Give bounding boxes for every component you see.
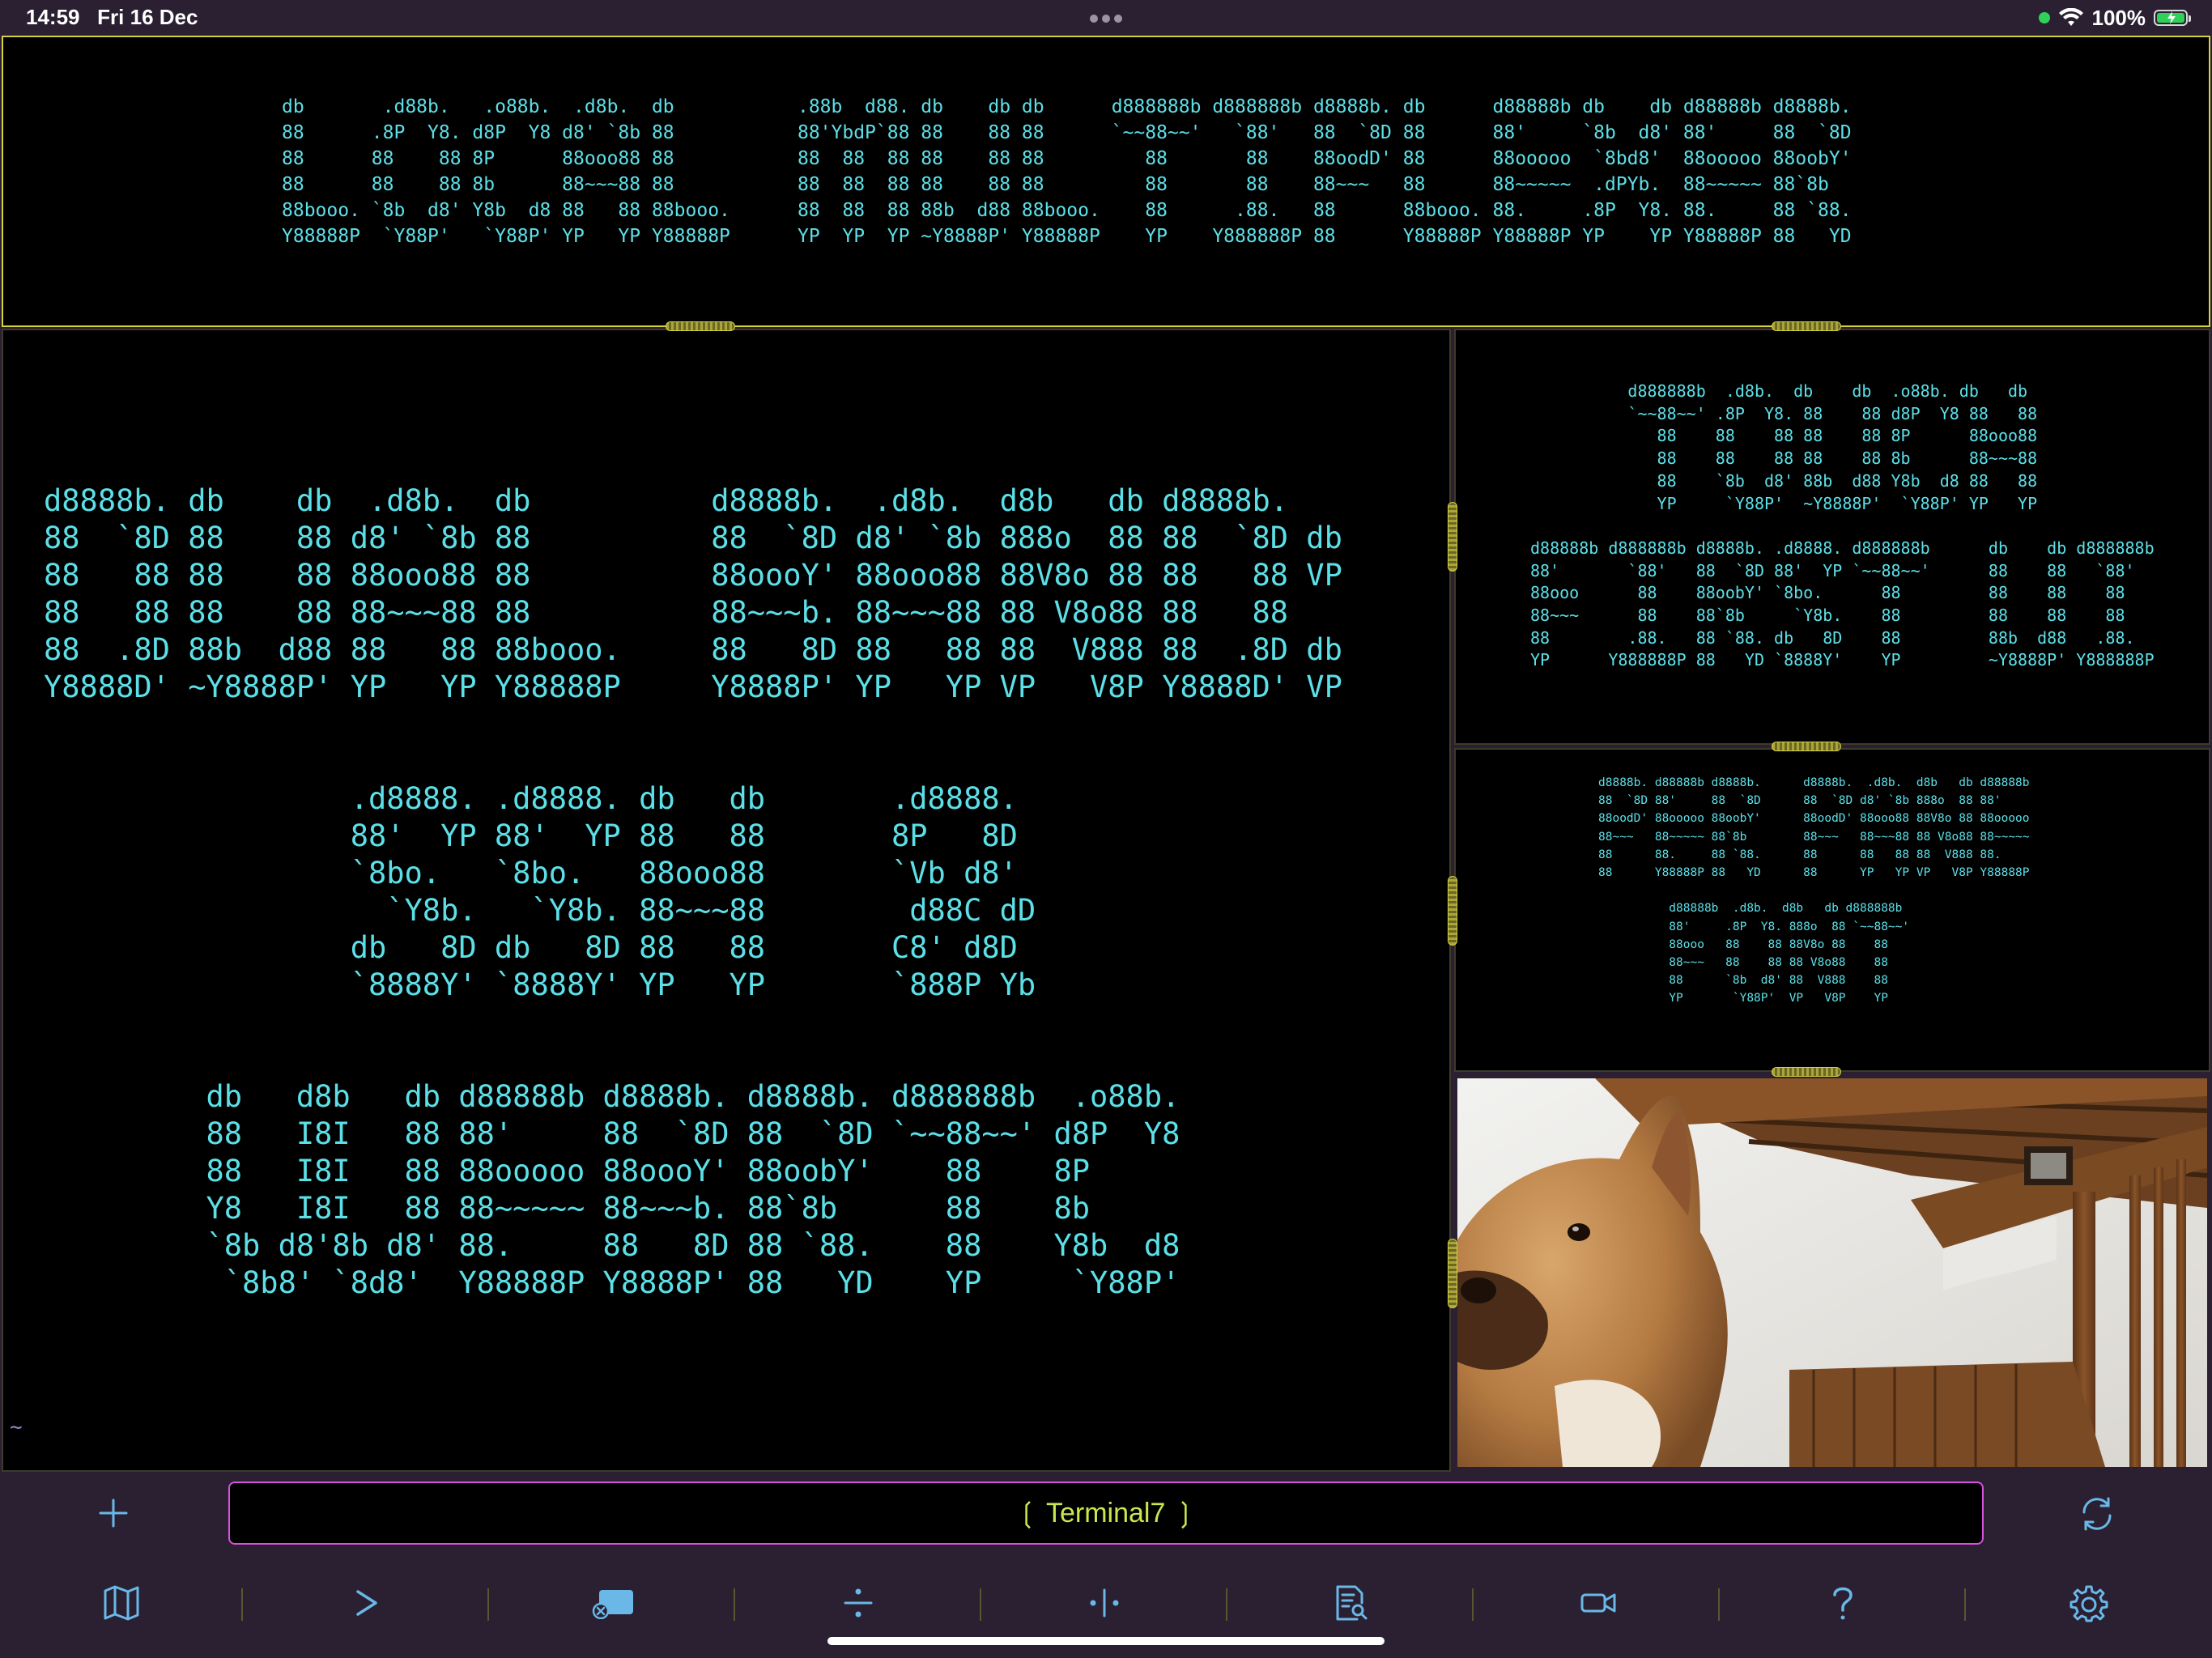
map-icon [104, 1585, 139, 1621]
help-icon [1833, 1587, 1853, 1620]
toolbar-separator [734, 1588, 735, 1621]
settings-icon [2069, 1585, 2108, 1622]
ascii-banner-main: d8888b. db db .d8b. db d8888b. .d8b. d8b… [44, 483, 1342, 1300]
log-icon [1336, 1585, 1368, 1621]
refresh-button[interactable] [2073, 1490, 2121, 1538]
prompt-button[interactable] [343, 1579, 392, 1627]
resize-handle-right-upper[interactable] [1772, 742, 1841, 751]
resize-handle-top-left[interactable] [666, 321, 735, 331]
toolbar-separator [1472, 1588, 1474, 1621]
ascii-banner-touch-first: d888888b .d8b. db db .o88b. db db `~~88~… [1530, 381, 2155, 670]
split-horizontal-button[interactable] [834, 1579, 883, 1627]
green-dot-indicator [2038, 12, 2050, 23]
resize-handle-vertical-1[interactable] [1448, 502, 1457, 572]
toolbar-separator [241, 1588, 243, 1621]
video-button[interactable] [1572, 1579, 1624, 1627]
refresh-icon [2082, 1497, 2112, 1531]
status-bar: 14:59 Fri 16 Dec 100% [0, 0, 2212, 36]
wifi-icon [2058, 8, 2083, 26]
gate-tab-terminal7[interactable]: ❲ Terminal7 ❳ [228, 1482, 1984, 1545]
resize-handle-top-right[interactable] [1772, 321, 1841, 331]
camera-video-feed [1457, 1078, 2207, 1467]
toolbar-separator [1226, 1588, 1227, 1621]
toolbar-separator [980, 1588, 981, 1621]
add-gate-button[interactable] [89, 1491, 138, 1535]
toolbar-separator [487, 1588, 489, 1621]
battery-percent: 100% [2091, 5, 2146, 30]
map-button[interactable] [97, 1579, 146, 1627]
status-indicators: 100% [2038, 5, 2191, 31]
battery-charging-icon [2154, 10, 2191, 26]
resize-handle-vertical-3[interactable] [1448, 1239, 1457, 1308]
disconnect-button[interactable] [588, 1579, 640, 1627]
split-horizontal-icon [844, 1588, 873, 1618]
disconnect-icon [592, 1590, 633, 1619]
terminal-pane-right-top[interactable]: d888888b .d8b. db db .o88b. db db `~~88~… [1454, 329, 2210, 745]
video-icon [1580, 1593, 1616, 1613]
plus-icon [99, 1499, 128, 1528]
multitasking-dots[interactable] [1090, 15, 1122, 23]
resize-handle-right-lower[interactable] [1772, 1067, 1841, 1077]
toolbar-separator [1964, 1588, 1966, 1621]
terminal-pane-right-mid[interactable]: d8888b. d88888b d8888b. d8888b. .d8b. d8… [1454, 748, 2210, 1072]
settings-button[interactable] [2065, 1579, 2113, 1627]
terminal-pane-top[interactable]: db .d88b. .o88b. .d8b. db .88b d88. db d… [2, 36, 2210, 327]
home-indicator[interactable] [827, 1637, 1385, 1645]
terminal-pane-main[interactable]: d8888b. db db .d8b. db d8888b. .d8b. d8b… [2, 329, 1451, 1472]
split-vertical-icon [1090, 1588, 1119, 1618]
status-time: 14:59 Fri 16 Dec [26, 5, 198, 29]
help-button[interactable] [1819, 1579, 1867, 1627]
ascii-banner-local-multiplexer: db .d88b. .o88b. .d8b. db .88b d88. db d… [282, 96, 1852, 247]
split-vertical-button[interactable] [1080, 1579, 1129, 1627]
toolbar-separator [1718, 1588, 1720, 1621]
resize-handle-vertical-2[interactable] [1448, 876, 1457, 946]
prompt-icon [356, 1590, 377, 1616]
gate-title: ❲ Terminal7 ❳ [1015, 1498, 1197, 1528]
log-button[interactable] [1326, 1579, 1375, 1627]
shell-prompt: ~ [10, 1415, 23, 1439]
ascii-banner-per-pane-font: d8888b. d88888b d8888b. d8888b. .d8b. d8… [1598, 776, 2030, 1005]
